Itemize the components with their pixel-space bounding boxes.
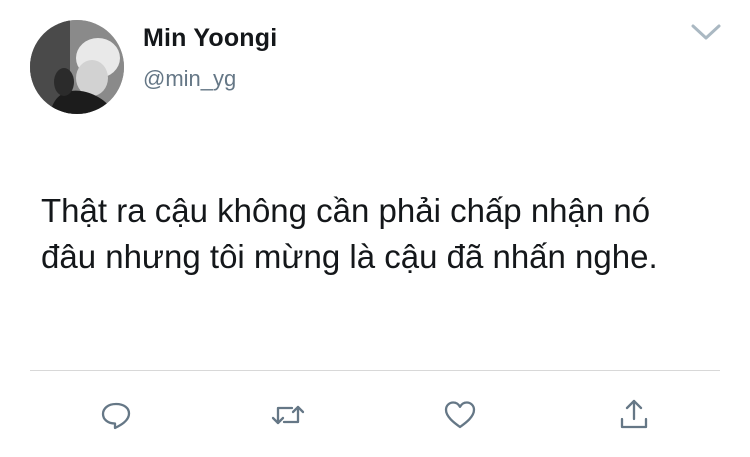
- divider: [30, 370, 720, 371]
- display-name[interactable]: Min Yoongi: [143, 24, 277, 53]
- avatar[interactable]: [30, 20, 124, 114]
- avatar-photo: [30, 20, 124, 114]
- chevron-down-icon[interactable]: [690, 20, 722, 44]
- user-handle[interactable]: @min_yg: [143, 66, 236, 92]
- share-icon[interactable]: [616, 397, 652, 433]
- reply-icon[interactable]: [98, 397, 134, 433]
- like-icon[interactable]: [442, 397, 478, 433]
- tweet-text: Thật ra cậu không cần phải chấp nhận nó …: [41, 192, 658, 275]
- retweet-icon[interactable]: [270, 397, 306, 433]
